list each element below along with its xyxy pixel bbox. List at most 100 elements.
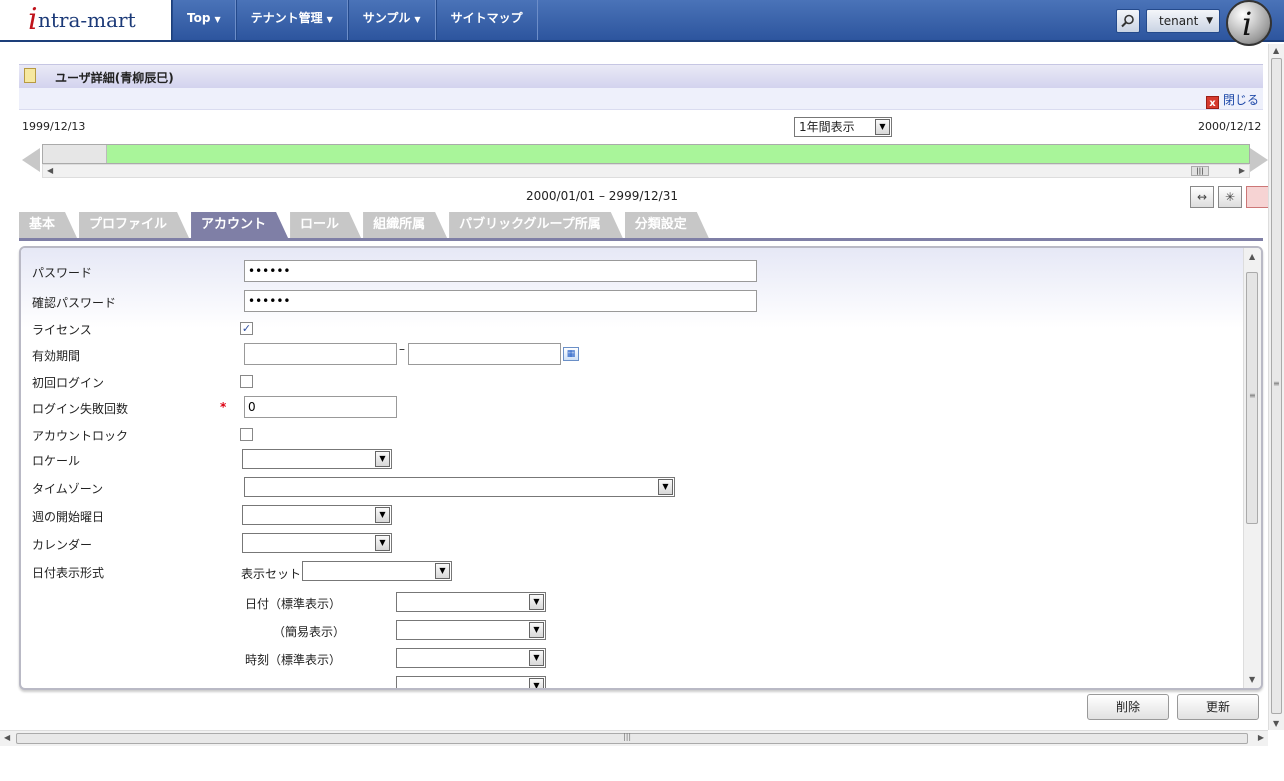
timeline-prev-period[interactable] [43,145,107,163]
scroll-up-icon[interactable]: ▲ [1249,252,1255,261]
update-button[interactable]: 更新 [1177,694,1259,720]
nav-item-label: テナント管理 [250,11,323,25]
account-lock-checkbox[interactable] [240,428,253,441]
required-mark: * [220,400,227,414]
first-login-label: 初回ログイン [32,376,105,390]
close-link[interactable]: x 閉じる [1205,91,1259,109]
chevron-down-icon: ▼ [529,678,544,688]
tab-account[interactable]: アカウント [191,212,288,238]
password-input[interactable]: •••••• [244,260,757,282]
chevron-down-icon: ▼ [658,479,673,495]
scroll-thumb[interactable]: ||| [16,732,1248,744]
timezone-select[interactable]: ▼ [244,477,675,497]
scroll-down-icon[interactable]: ▼ [1249,675,1255,684]
tab-profile[interactable]: プロファイル [79,212,189,238]
tab-underline [19,238,1263,241]
calendar-select[interactable]: ▼ [242,533,392,553]
timeline-scrollbar[interactable]: ◀ ||| ▶ [42,164,1250,178]
validity-start-input[interactable] [244,343,397,365]
tab-basic[interactable]: 基本 [19,212,77,238]
expand-horizontal-icon[interactable]: ↔ [1190,186,1214,208]
active-period-range: 2000/01/01 – 2999/12/31 [526,189,678,203]
nav-item-top[interactable]: Top ▼ [172,0,236,40]
tab-public-group[interactable]: パブリックグループ所属 [449,212,623,238]
logo-letter: i [28,2,38,37]
period-select-value: 1年間表示 [799,120,855,134]
nav-item-label: Top [187,11,211,25]
chevron-down-icon: ▼ [875,119,890,135]
login-fail-count-input[interactable]: 0 [244,396,397,418]
time-standard-select[interactable]: ▼ [396,648,546,668]
tab-role[interactable]: ロール [290,212,361,238]
chevron-down-icon: ▼ [529,622,544,638]
timezone-label: タイムゾーン [32,482,104,496]
scroll-right-icon[interactable]: ▶ [1258,733,1264,742]
tab-category[interactable]: 分類設定 [625,212,709,238]
date-standard-select[interactable]: ▼ [396,592,546,612]
first-login-checkbox[interactable] [240,375,253,388]
login-fail-count-label: ログイン失敗回数 [32,402,129,416]
page-title: ユーザ詳細(青柳辰巳) [55,71,174,85]
delete-period-icon[interactable] [1246,186,1270,208]
license-checkbox[interactable]: ✓ [240,322,253,335]
timeline-end-date: 2000/12/12 [1198,120,1262,133]
timeline-prev-arrow-icon[interactable] [22,148,40,172]
chevron-down-icon: ▼ [375,507,390,523]
main-menu: Top ▼ テナント管理 ▼ サンプル ▼ サイトマップ [172,0,538,40]
nav-item-tenant-management[interactable]: テナント管理 ▼ [235,0,348,40]
chevron-down-icon: ▼ [326,15,333,24]
scroll-left-icon[interactable]: ◀ [4,733,10,742]
nav-item-label: サンプル [362,11,411,25]
form-scrollbar[interactable]: ▲ ≡ ▼ [1243,248,1261,688]
timeline-tools: ↔ ✳ [1190,186,1270,208]
scroll-right-icon[interactable]: ▶ [1239,166,1245,175]
calendar-label: カレンダー [32,538,93,552]
scroll-down-icon[interactable]: ▼ [1273,719,1279,728]
tab-organization[interactable]: 組織所属 [363,212,447,238]
date-simple-select[interactable]: ▼ [396,620,546,640]
confirm-password-input[interactable]: •••••• [244,290,757,312]
chevron-down-icon: ▼ [375,451,390,467]
time-simple-select[interactable]: ▼ [396,676,546,688]
password-label: パスワード [32,266,93,280]
date-simple-label: （簡易表示） [273,625,346,639]
nav-item-label: サイトマップ [450,11,523,25]
timeline-active-period[interactable] [107,145,1249,163]
scroll-thumb[interactable]: ||| [1191,166,1209,176]
week-start-select[interactable]: ▼ [242,505,392,525]
validity-end-input[interactable] [408,343,561,365]
user-menu-icon[interactable]: i [1226,0,1272,46]
scroll-left-icon[interactable]: ◀ [47,166,53,175]
locale-select[interactable]: ▼ [242,449,392,469]
display-set-select[interactable]: ▼ [302,561,452,581]
chevron-down-icon: ▼ [414,15,421,24]
intra-mart-logo[interactable]: i ntra-mart [0,0,172,40]
scroll-thumb[interactable]: ≡ [1271,58,1282,714]
search-button[interactable] [1116,9,1140,33]
confirm-password-label: 確認パスワード [32,296,117,310]
timeline-track[interactable] [42,144,1250,164]
license-label: ライセンス [32,323,92,337]
window-vertical-scrollbar[interactable]: ▲ ≡ ▼ [1268,44,1284,730]
account-lock-label: アカウントロック [32,429,129,443]
tenant-menu[interactable]: tenant ▼ [1146,9,1220,33]
calendar-icon[interactable]: ▦ [563,347,579,361]
close-icon: x [1205,96,1219,109]
account-form-panel: パスワード •••••• 確認パスワード •••••• ライセンス ✓ 有効期間… [19,246,1263,690]
user-icon-letter: i [1242,5,1253,43]
period-select[interactable]: 1年間表示 ▼ [794,117,892,137]
date-format-label: 日付表示形式 [32,566,105,580]
split-icon[interactable]: ✳ [1218,186,1242,208]
delete-button[interactable]: 削除 [1087,694,1169,720]
chevron-down-icon: ▼ [1206,16,1213,26]
page-action-bar: x 閉じる [19,88,1263,110]
scroll-up-icon[interactable]: ▲ [1273,46,1279,55]
window-horizontal-scrollbar[interactable]: ◀ ||| ▶ [0,730,1268,746]
nav-item-sample[interactable]: サンプル ▼ [347,0,436,40]
tab-bar: 基本 プロファイル アカウント ロール 組織所属 パブリックグループ所属 分類設… [19,212,711,238]
nav-item-sitemap[interactable]: サイトマップ [435,0,538,40]
chevron-down-icon: ▼ [435,563,450,579]
timeline-next-arrow-icon[interactable] [1250,148,1268,172]
page-title-bar: ユーザ詳細(青柳辰巳) [19,64,1263,88]
scroll-thumb[interactable]: ≡ [1246,272,1258,524]
